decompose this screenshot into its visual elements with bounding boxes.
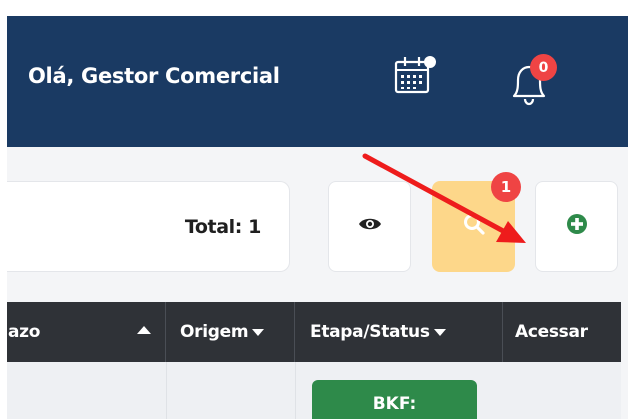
column-divider	[166, 362, 167, 419]
total-card: Total: 1	[7, 181, 290, 272]
top-strip	[0, 0, 628, 16]
plus-circle-icon	[566, 213, 588, 240]
column-label: Acessar	[515, 322, 588, 342]
greeting-text: Olá, Gestor Comercial	[28, 64, 280, 88]
calendar-icon[interactable]	[387, 48, 439, 100]
column-header-etapa-status[interactable]: Etapa/Status	[295, 302, 503, 362]
column-label: Etapa/Status	[310, 322, 430, 342]
sort-ascending-icon[interactable]	[137, 326, 151, 334]
column-header-prazo[interactable]: azo	[7, 302, 166, 362]
search-filter-badge: 1	[491, 172, 521, 202]
column-divider	[295, 362, 296, 419]
column-label: azo	[8, 322, 41, 342]
status-badge: BKF:	[312, 380, 477, 419]
eye-icon	[358, 215, 382, 238]
notification-count-badge: 0	[530, 54, 557, 81]
column-header-origem[interactable]: Origem	[166, 302, 295, 362]
chevron-down-icon	[433, 328, 446, 336]
table-header: azo Origem Etapa/Status Acessar	[7, 302, 621, 362]
column-header-acessar: Acessar	[503, 302, 621, 362]
add-button[interactable]	[535, 181, 618, 272]
view-button[interactable]	[328, 181, 411, 272]
total-label: Total: 1	[184, 216, 262, 238]
search-icon	[461, 211, 487, 242]
chevron-down-icon	[252, 328, 265, 336]
column-label: Origem	[180, 322, 249, 342]
